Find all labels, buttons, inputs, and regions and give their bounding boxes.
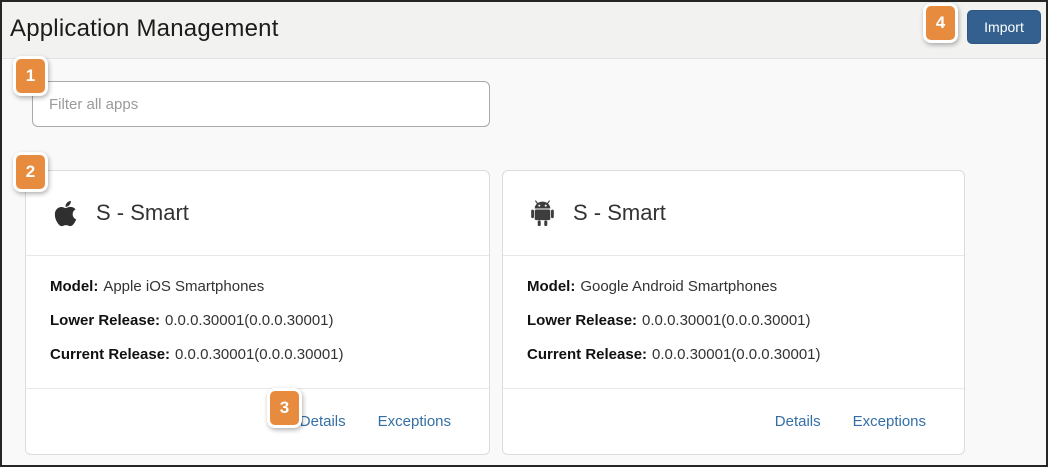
application-management-screen: Application Management Import 1 2 3 4 S … — [0, 0, 1048, 467]
model-label: Model: — [50, 278, 99, 295]
model-value: Google Android Smartphones — [580, 278, 778, 295]
app-card-footer: Details Exceptions — [26, 388, 489, 454]
model-label: Model: — [527, 278, 576, 295]
callout-badge-4: 4 — [923, 3, 958, 43]
model-row: Model: Apple iOS Smartphones — [50, 278, 465, 295]
import-button[interactable]: Import — [967, 10, 1041, 44]
app-card-header: S - Smart — [26, 171, 489, 256]
lower-release-value: 0.0.0.30001(0.0.0.30001) — [165, 312, 334, 329]
current-release-label: Current Release: — [50, 346, 171, 363]
model-row: Model: Google Android Smartphones — [527, 278, 940, 295]
page-title: Application Management — [10, 15, 279, 42]
exceptions-link[interactable]: Exceptions — [853, 413, 926, 430]
current-release-label: Current Release: — [527, 346, 648, 363]
current-release-value: 0.0.0.30001(0.0.0.30001) — [652, 346, 821, 363]
app-card-title: S - Smart — [96, 200, 189, 225]
current-release-value: 0.0.0.30001(0.0.0.30001) — [175, 346, 344, 363]
app-card-header: S - Smart — [503, 171, 964, 256]
android-icon — [528, 199, 556, 227]
app-card-body: Model: Google Android Smartphones Lower R… — [503, 256, 964, 388]
app-card-title: S - Smart — [573, 200, 666, 225]
filter-apps-input[interactable] — [32, 81, 490, 127]
details-link[interactable]: Details — [300, 413, 346, 430]
model-value: Apple iOS Smartphones — [103, 278, 265, 295]
lower-release-row: Lower Release: 0.0.0.30001(0.0.0.30001) — [527, 312, 940, 329]
app-card-footer: Details Exceptions — [503, 388, 964, 454]
app-card-body: Model: Apple iOS Smartphones Lower Releas… — [26, 256, 489, 388]
details-link[interactable]: Details — [775, 413, 821, 430]
app-card-ios: S - Smart Model: Apple iOS Smartphones Lo… — [25, 170, 490, 455]
current-release-row: Current Release: 0.0.0.30001(0.0.0.30001) — [527, 346, 940, 363]
top-bar: Application Management Import — [2, 2, 1046, 59]
lower-release-value: 0.0.0.30001(0.0.0.30001) — [642, 312, 811, 329]
callout-badge-2: 2 — [13, 152, 48, 192]
callout-badge-3: 3 — [267, 388, 302, 428]
lower-release-label: Lower Release: — [50, 312, 161, 329]
app-card-android: S - Smart Model: Google Android Smartphon… — [502, 170, 965, 455]
lower-release-row: Lower Release: 0.0.0.30001(0.0.0.30001) — [50, 312, 465, 329]
exceptions-link[interactable]: Exceptions — [378, 413, 451, 430]
apple-icon — [51, 199, 79, 228]
lower-release-label: Lower Release: — [527, 312, 638, 329]
current-release-row: Current Release: 0.0.0.30001(0.0.0.30001) — [50, 346, 465, 363]
callout-badge-1: 1 — [13, 56, 48, 96]
